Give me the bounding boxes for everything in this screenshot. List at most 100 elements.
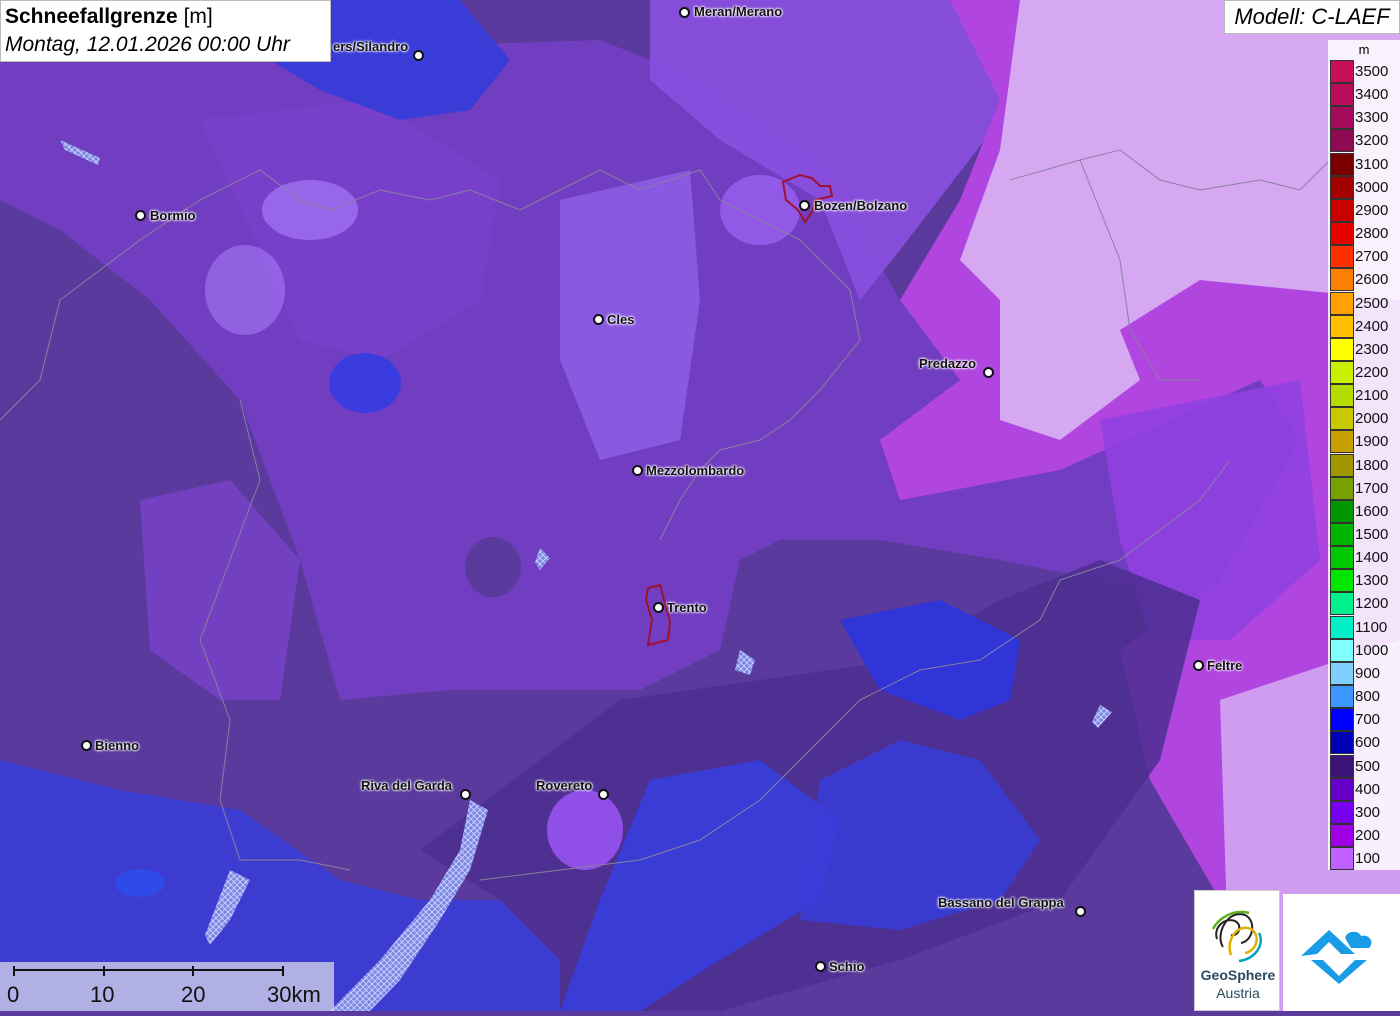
legend-label: 2800	[1355, 225, 1389, 243]
scale-label-0: 0	[7, 982, 20, 1007]
legend-row: 1400	[1328, 546, 1400, 570]
legend-swatch	[1330, 245, 1354, 269]
city-label[interactable]: Mezzolombardo	[646, 463, 744, 478]
legend-label: 3500	[1355, 63, 1389, 80]
city-label[interactable]: Feltre	[1207, 658, 1242, 673]
legend-row: 3400	[1328, 83, 1400, 107]
city-marker[interactable]	[593, 314, 604, 325]
snowline-map[interactable]	[0, 0, 1400, 1011]
city-label[interactable]: Cles	[607, 312, 634, 327]
logo-name-2: Austria	[1216, 985, 1260, 1001]
legend-row: 1000	[1328, 638, 1400, 662]
legend-label: 2200	[1355, 363, 1389, 381]
legend-swatch	[1330, 777, 1354, 801]
legend-label: 1200	[1355, 595, 1389, 613]
legend-swatch	[1330, 175, 1354, 199]
legend-row: 2000	[1328, 407, 1400, 431]
city-label[interactable]: ers/Silandro	[333, 39, 408, 54]
legend-swatch	[1330, 83, 1354, 107]
legend-label: 2100	[1355, 387, 1389, 405]
legend-label: 2000	[1355, 410, 1389, 428]
legend-row: 2800	[1328, 222, 1400, 246]
legend-swatch	[1330, 847, 1354, 871]
legend-swatch	[1330, 198, 1354, 222]
legend-swatch	[1330, 615, 1354, 639]
legend-label: 2300	[1355, 340, 1389, 358]
legend-label: 1500	[1355, 526, 1389, 543]
model-label: Modell: C-LAEF	[1224, 0, 1400, 34]
legend-swatch	[1330, 800, 1354, 824]
city-marker[interactable]	[815, 961, 826, 972]
legend-label: 400	[1355, 780, 1381, 798]
color-legend: m 3500 3400 3300 3200 3100 3000 2900 2800 2700 26…	[1328, 40, 1400, 871]
legend-label: 1900	[1355, 433, 1389, 451]
legend-row: 100	[1328, 847, 1400, 871]
legend-swatch	[1330, 638, 1354, 662]
legend-row: 3200	[1328, 129, 1400, 153]
legend-row: 2700	[1328, 245, 1400, 269]
city-marker[interactable]	[1075, 906, 1086, 917]
legend-swatch	[1330, 708, 1354, 732]
legend-label: 1100	[1355, 618, 1388, 636]
legend-swatch	[1330, 754, 1354, 778]
legend-label: 2400	[1355, 317, 1389, 335]
legend-row: 2100	[1328, 384, 1400, 408]
city-label[interactable]: Trento	[667, 600, 707, 615]
city-marker[interactable]	[81, 740, 92, 751]
legend-row: 1600	[1328, 499, 1400, 523]
app-logo[interactable]	[1283, 894, 1400, 1011]
legend-label: 3100	[1355, 155, 1389, 173]
legend-label: 100	[1355, 850, 1381, 868]
city-label[interactable]: Meran/Merano	[694, 4, 782, 19]
legend-row: 1100	[1328, 615, 1400, 639]
legend-swatch	[1330, 592, 1354, 616]
legend-row: 1300	[1328, 569, 1400, 593]
legend-swatch	[1330, 222, 1354, 246]
scale-label-30km: 30km	[267, 982, 321, 1007]
legend-label: 1800	[1355, 456, 1389, 474]
legend-label: 3300	[1355, 109, 1389, 127]
legend-row: 400	[1328, 777, 1400, 801]
legend-row: 300	[1328, 800, 1400, 824]
legend-row: 800	[1328, 685, 1400, 709]
scale-label-20: 20	[181, 982, 206, 1007]
legend-row: 3100	[1328, 152, 1400, 176]
legend-label: 3200	[1355, 132, 1389, 150]
city-marker[interactable]	[799, 200, 810, 211]
city-marker[interactable]	[1193, 660, 1204, 671]
legend-label: 900	[1355, 664, 1381, 682]
city-label[interactable]: Predazzo	[919, 356, 976, 371]
map-title: Schneefallgrenze [m]	[5, 5, 213, 28]
city-label[interactable]: Bormio	[150, 208, 196, 223]
legend-row: 3500	[1328, 60, 1400, 83]
city-marker[interactable]	[632, 465, 643, 476]
city-marker[interactable]	[679, 7, 690, 18]
city-marker[interactable]	[598, 789, 609, 800]
city-marker[interactable]	[135, 210, 146, 221]
legend-swatch	[1330, 60, 1354, 83]
legend-swatch	[1330, 661, 1354, 685]
legend-swatch	[1330, 523, 1354, 546]
city-label[interactable]: Bassano del Grappa	[938, 895, 1064, 910]
city-label[interactable]: Riva del Garda	[361, 778, 452, 793]
city-marker[interactable]	[413, 50, 424, 61]
city-label[interactable]: Bozen/Bolzano	[814, 198, 907, 213]
legend-label: 2600	[1355, 271, 1389, 289]
legend-label: 500	[1355, 757, 1381, 775]
city-label[interactable]: Schio	[829, 959, 864, 974]
legend-label: 2900	[1355, 201, 1389, 219]
app-logo-icon	[1301, 930, 1372, 984]
legend-swatch	[1330, 407, 1354, 431]
legend-row: 2300	[1328, 337, 1400, 361]
geosphere-logo[interactable]: GeoSphere Austria	[1194, 890, 1280, 1011]
city-label[interactable]: Rovereto	[536, 778, 592, 793]
legend-row: 1900	[1328, 430, 1400, 454]
map-datetime: Montag, 12.01.2026 00:00 Uhr	[5, 33, 290, 56]
city-marker[interactable]	[653, 602, 664, 613]
city-label[interactable]: Bienno	[95, 738, 139, 753]
legend-row: 900	[1328, 661, 1400, 685]
legend-label: 2700	[1355, 248, 1389, 266]
city-marker[interactable]	[460, 789, 471, 800]
legend-unit: m	[1358, 42, 1370, 57]
city-marker[interactable]	[983, 367, 994, 378]
